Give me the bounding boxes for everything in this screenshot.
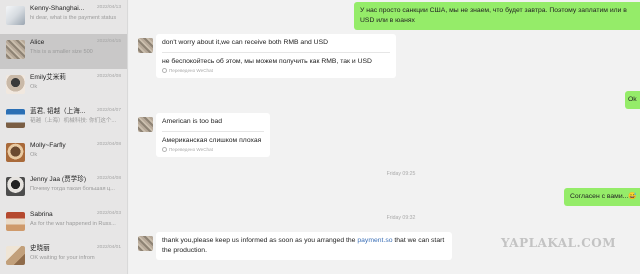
chat-name: Jenny Jaa (贾学珍): [30, 176, 87, 184]
avatar: [6, 40, 25, 60]
message-text: Согласен с вами...: [570, 193, 629, 200]
avatar: [6, 143, 25, 163]
timestamp: Friday 09:25: [386, 171, 416, 177]
chat-preview: Ok: [30, 152, 38, 159]
chat-preview: OK waiting for your infrom: [30, 255, 95, 262]
sweat-smile-emoji-icon: 😅: [628, 193, 637, 200]
avatar: [6, 74, 25, 94]
chat-item-molly[interactable]: Molly~Farfly 2022/04/08 Ok: [0, 137, 127, 171]
chat-item-sabrina[interactable]: Sabrina 2022/04/03 As for the war happen…: [0, 206, 127, 240]
chat-date: 2022/04/08: [96, 142, 121, 148]
chat-date: 2022/04/13: [96, 5, 121, 10]
chat-name: Kenny-Shanghai...: [30, 5, 85, 12]
chat-item-emily[interactable]: Emily艾米莉 2022/04/08 Ok: [0, 69, 127, 103]
conversation-pane: У нас просто санкции США, мы не знаем, ч…: [129, 0, 640, 274]
chat-date: 2022/04/03: [96, 210, 121, 216]
chat-preview: This is a smaller size 500: [30, 49, 93, 56]
chat-item-alice[interactable]: Alice 2022/04/15 This is a smaller size …: [0, 34, 127, 69]
avatar: [6, 211, 25, 231]
chat-item-kenny[interactable]: Kenny-Shanghai... 2022/04/13 hi dear, wh…: [0, 0, 127, 34]
chat-list: Kenny-Shanghai... 2022/04/13 hi dear, wh…: [0, 0, 128, 274]
chat-preview: Почему тогда такая большая ц...: [30, 186, 115, 193]
message-bubble-outgoing[interactable]: Ok: [625, 91, 640, 109]
chat-date: 2022/04/08: [96, 73, 121, 79]
message-bubble-outgoing[interactable]: У нас просто санкции США, мы не знаем, ч…: [354, 2, 640, 30]
chat-name: Emily艾米莉: [30, 73, 66, 81]
chat-preview: Ok: [30, 83, 38, 90]
message-bubble-incoming[interactable]: American is too bad Американская слишком…: [156, 113, 270, 157]
check-circle-icon: [162, 68, 167, 73]
check-circle-icon: [162, 147, 167, 152]
chat-name: Molly~Farfly: [30, 142, 66, 150]
watermark-logo: YAPLAKAL.COM: [500, 236, 616, 250]
chat-date: 2022/04/08: [96, 176, 121, 182]
chat-preview: As for the war happened in Russ...: [30, 220, 116, 227]
chat-preview: 韬越（上海）机械科技: 你们这个...: [30, 117, 117, 124]
chat-preview: hi dear, what is the payment status: [30, 15, 117, 21]
message-bubble-outgoing[interactable]: Согласен с вами...😅: [564, 188, 640, 206]
avatar: [6, 108, 25, 128]
chat-name: Alice: [30, 39, 45, 47]
chat-date: 2022/04/01: [96, 245, 121, 251]
message-text: thank you,please keep us informed as soo…: [162, 237, 358, 244]
translation-note-label: Переведено WeChat: [169, 147, 213, 152]
translation-note: Переведено WeChat: [162, 146, 264, 153]
avatar: [6, 6, 25, 25]
translation-note-label: Переведено WeChat: [169, 68, 213, 73]
chat-date: 2022/04/07: [96, 107, 121, 113]
translation-divider: [162, 52, 390, 53]
message-link[interactable]: payment.so: [357, 237, 392, 244]
contact-avatar[interactable]: [138, 117, 153, 132]
chat-item-group[interactable]: 蓝君, 韬越（上海... 2022/04/07 韬越（上海）机械科技: 你们这个…: [0, 103, 127, 137]
message-bubble-incoming[interactable]: thank you,please keep us informed as soo…: [156, 232, 452, 260]
message-bubble-incoming[interactable]: don't worry about it,we can receive both…: [156, 34, 396, 78]
chat-name: 蓝君, 韬越（上海...: [30, 107, 86, 115]
message-text: don't worry about it,we can receive both…: [162, 39, 329, 46]
timestamp: Friday 09:32: [386, 215, 416, 221]
message-text: Ok: [628, 96, 637, 103]
chat-name: Sabrina: [30, 210, 53, 218]
translation-note: Переведено WeChat: [162, 67, 390, 74]
avatar: [6, 177, 25, 197]
message-text: American is too bad: [162, 118, 223, 125]
chat-date: 2022/04/15: [96, 39, 121, 45]
message-text: У нас просто санкции США, мы не знаем, ч…: [360, 7, 627, 24]
translation-text: не беспокойтесь об этом, мы можем получи…: [162, 58, 372, 65]
contact-avatar[interactable]: [138, 38, 153, 53]
translation-text: Американская слишком плохая: [162, 137, 262, 144]
translation-divider: [162, 131, 264, 132]
chat-item-shi-xiaoli[interactable]: 史晓丽 2022/04/01 OK waiting for your infro…: [0, 240, 127, 274]
avatar: [6, 246, 25, 266]
chat-name: 史晓丽: [30, 245, 50, 253]
contact-avatar[interactable]: [138, 236, 153, 251]
chat-item-jenny[interactable]: Jenny Jaa (贾学珍) 2022/04/08 Почему тогда …: [0, 171, 127, 205]
